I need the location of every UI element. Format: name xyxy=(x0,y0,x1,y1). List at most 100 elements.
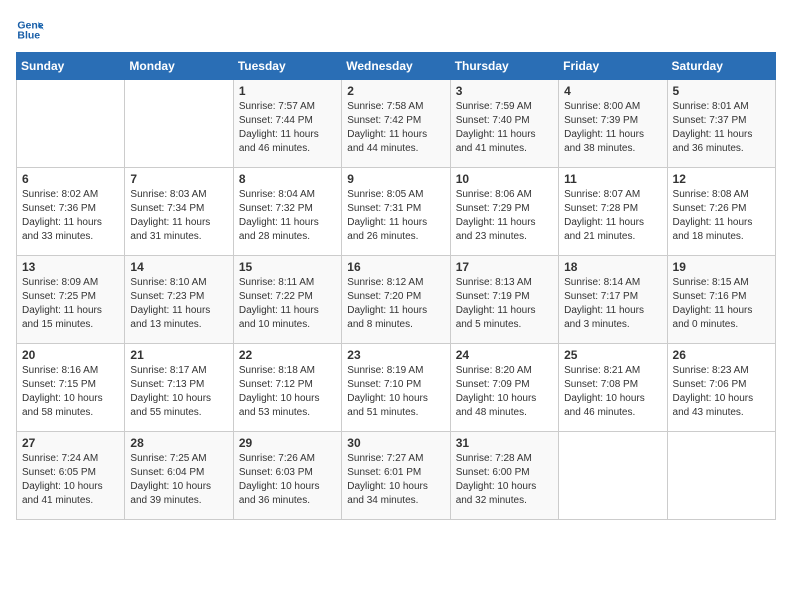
calendar-week-row: 1Sunrise: 7:57 AM Sunset: 7:44 PM Daylig… xyxy=(17,80,776,168)
day-number: 26 xyxy=(673,348,770,362)
calendar-cell: 17 Sunrise: 8:13 AM Sunset: 7:19 PM Dayli… xyxy=(450,256,558,344)
day-info: Sunrise: 8:04 AM Sunset: 7:32 PM Dayligh… xyxy=(239,188,336,244)
calendar-cell: 22 Sunrise: 8:18 AM Sunset: 7:12 PM Dayli… xyxy=(233,344,341,432)
day-info: Sunrise: 8:07 AM Sunset: 7:28 PM Dayligh… xyxy=(564,188,661,244)
day-number: 23 xyxy=(347,348,444,362)
day-number: 31 xyxy=(456,436,553,450)
calendar-week-row: 6 Sunrise: 8:02 AM Sunset: 7:36 PM Daylig… xyxy=(17,168,776,256)
day-number: 5 xyxy=(673,84,770,98)
logo-icon: General Blue xyxy=(16,16,44,44)
day-info: Sunrise: 8:06 AM Sunset: 7:29 PM Dayligh… xyxy=(456,188,553,244)
day-info: Sunrise: 7:24 AM Sunset: 6:05 PM Dayligh… xyxy=(22,452,119,508)
day-number: 6 xyxy=(22,172,119,186)
calendar-cell: 15Sunrise: 8:11 AM Sunset: 7:22 PM Dayli… xyxy=(233,256,341,344)
calendar-cell: 8Sunrise: 8:04 AM Sunset: 7:32 PM Daylig… xyxy=(233,168,341,256)
calendar-cell: 18Sunrise: 8:14 AM Sunset: 7:17 PM Dayli… xyxy=(559,256,667,344)
calendar-cell: 2 Sunrise: 7:58 AM Sunset: 7:42 PM Daylig… xyxy=(342,80,450,168)
calendar-week-row: 20Sunrise: 8:16 AM Sunset: 7:15 PM Dayli… xyxy=(17,344,776,432)
day-number: 16 xyxy=(347,260,444,274)
day-number: 18 xyxy=(564,260,661,274)
calendar-cell: 25 Sunrise: 8:21 AM Sunset: 7:08 PM Dayli… xyxy=(559,344,667,432)
calendar-cell: 31 Sunrise: 7:28 AM Sunset: 6:00 PM Dayli… xyxy=(450,432,558,520)
calendar-cell xyxy=(667,432,775,520)
weekday-header-wednesday: Wednesday xyxy=(342,53,450,80)
day-info: Sunrise: 8:18 AM Sunset: 7:12 PM Dayligh… xyxy=(239,364,336,420)
day-number: 22 xyxy=(239,348,336,362)
calendar-cell: 3 Sunrise: 7:59 AM Sunset: 7:40 PM Daylig… xyxy=(450,80,558,168)
day-number: 4 xyxy=(564,84,661,98)
day-info: Sunrise: 8:02 AM Sunset: 7:36 PM Dayligh… xyxy=(22,188,119,244)
day-info: Sunrise: 8:15 AM Sunset: 7:16 PM Dayligh… xyxy=(673,276,770,332)
calendar-cell: 21Sunrise: 8:17 AM Sunset: 7:13 PM Dayli… xyxy=(125,344,233,432)
calendar-cell: 1Sunrise: 7:57 AM Sunset: 7:44 PM Daylig… xyxy=(233,80,341,168)
weekday-header-thursday: Thursday xyxy=(450,53,558,80)
calendar-cell: 14Sunrise: 8:10 AM Sunset: 7:23 PM Dayli… xyxy=(125,256,233,344)
day-number: 2 xyxy=(347,84,444,98)
page-header: General Blue xyxy=(16,16,776,44)
calendar-cell: 29 Sunrise: 7:26 AM Sunset: 6:03 PM Dayli… xyxy=(233,432,341,520)
day-number: 19 xyxy=(673,260,770,274)
calendar-cell xyxy=(17,80,125,168)
calendar-cell: 16 Sunrise: 8:12 AM Sunset: 7:20 PM Dayli… xyxy=(342,256,450,344)
day-number: 17 xyxy=(456,260,553,274)
calendar-cell xyxy=(125,80,233,168)
day-number: 29 xyxy=(239,436,336,450)
day-number: 27 xyxy=(22,436,119,450)
day-info: Sunrise: 8:03 AM Sunset: 7:34 PM Dayligh… xyxy=(130,188,227,244)
calendar-header-row: SundayMondayTuesdayWednesdayThursdayFrid… xyxy=(17,53,776,80)
calendar-cell: 7 Sunrise: 8:03 AM Sunset: 7:34 PM Daylig… xyxy=(125,168,233,256)
day-number: 30 xyxy=(347,436,444,450)
day-info: Sunrise: 8:12 AM Sunset: 7:20 PM Dayligh… xyxy=(347,276,444,332)
day-info: Sunrise: 8:17 AM Sunset: 7:13 PM Dayligh… xyxy=(130,364,227,420)
calendar-cell: 11Sunrise: 8:07 AM Sunset: 7:28 PM Dayli… xyxy=(559,168,667,256)
calendar-cell: 10 Sunrise: 8:06 AM Sunset: 7:29 PM Dayli… xyxy=(450,168,558,256)
day-info: Sunrise: 7:58 AM Sunset: 7:42 PM Dayligh… xyxy=(347,100,444,156)
weekday-header-saturday: Saturday xyxy=(667,53,775,80)
day-info: Sunrise: 8:01 AM Sunset: 7:37 PM Dayligh… xyxy=(673,100,770,156)
day-number: 9 xyxy=(347,172,444,186)
weekday-header-friday: Friday xyxy=(559,53,667,80)
calendar-week-row: 13 Sunrise: 8:09 AM Sunset: 7:25 PM Dayli… xyxy=(17,256,776,344)
calendar-body: 1Sunrise: 7:57 AM Sunset: 7:44 PM Daylig… xyxy=(17,80,776,520)
calendar-cell: 28 Sunrise: 7:25 AM Sunset: 6:04 PM Dayli… xyxy=(125,432,233,520)
weekday-header-monday: Monday xyxy=(125,53,233,80)
day-info: Sunrise: 8:08 AM Sunset: 7:26 PM Dayligh… xyxy=(673,188,770,244)
day-info: Sunrise: 8:21 AM Sunset: 7:08 PM Dayligh… xyxy=(564,364,661,420)
weekday-header-sunday: Sunday xyxy=(17,53,125,80)
day-info: Sunrise: 7:26 AM Sunset: 6:03 PM Dayligh… xyxy=(239,452,336,508)
day-number: 13 xyxy=(22,260,119,274)
calendar-cell: 27 Sunrise: 7:24 AM Sunset: 6:05 PM Dayli… xyxy=(17,432,125,520)
calendar-cell: 4 Sunrise: 8:00 AM Sunset: 7:39 PM Daylig… xyxy=(559,80,667,168)
svg-text:Blue: Blue xyxy=(17,29,40,41)
day-info: Sunrise: 8:00 AM Sunset: 7:39 PM Dayligh… xyxy=(564,100,661,156)
day-number: 28 xyxy=(130,436,227,450)
calendar-cell: 6 Sunrise: 8:02 AM Sunset: 7:36 PM Daylig… xyxy=(17,168,125,256)
day-info: Sunrise: 8:09 AM Sunset: 7:25 PM Dayligh… xyxy=(22,276,119,332)
day-info: Sunrise: 8:20 AM Sunset: 7:09 PM Dayligh… xyxy=(456,364,553,420)
day-number: 24 xyxy=(456,348,553,362)
day-number: 7 xyxy=(130,172,227,186)
calendar-cell: 9Sunrise: 8:05 AM Sunset: 7:31 PM Daylig… xyxy=(342,168,450,256)
weekday-header-tuesday: Tuesday xyxy=(233,53,341,80)
calendar-cell xyxy=(559,432,667,520)
day-info: Sunrise: 8:11 AM Sunset: 7:22 PM Dayligh… xyxy=(239,276,336,332)
day-number: 3 xyxy=(456,84,553,98)
calendar-cell: 12Sunrise: 8:08 AM Sunset: 7:26 PM Dayli… xyxy=(667,168,775,256)
day-info: Sunrise: 7:27 AM Sunset: 6:01 PM Dayligh… xyxy=(347,452,444,508)
day-info: Sunrise: 8:13 AM Sunset: 7:19 PM Dayligh… xyxy=(456,276,553,332)
day-info: Sunrise: 7:59 AM Sunset: 7:40 PM Dayligh… xyxy=(456,100,553,156)
day-number: 10 xyxy=(456,172,553,186)
day-number: 25 xyxy=(564,348,661,362)
calendar-table: SundayMondayTuesdayWednesdayThursdayFrid… xyxy=(16,52,776,520)
calendar-cell: 20Sunrise: 8:16 AM Sunset: 7:15 PM Dayli… xyxy=(17,344,125,432)
day-info: Sunrise: 7:25 AM Sunset: 6:04 PM Dayligh… xyxy=(130,452,227,508)
day-info: Sunrise: 7:28 AM Sunset: 6:00 PM Dayligh… xyxy=(456,452,553,508)
calendar-cell: 26 Sunrise: 8:23 AM Sunset: 7:06 PM Dayli… xyxy=(667,344,775,432)
day-number: 14 xyxy=(130,260,227,274)
calendar-cell: 23Sunrise: 8:19 AM Sunset: 7:10 PM Dayli… xyxy=(342,344,450,432)
calendar-cell: 24 Sunrise: 8:20 AM Sunset: 7:09 PM Dayli… xyxy=(450,344,558,432)
day-info: Sunrise: 8:23 AM Sunset: 7:06 PM Dayligh… xyxy=(673,364,770,420)
calendar-week-row: 27 Sunrise: 7:24 AM Sunset: 6:05 PM Dayli… xyxy=(17,432,776,520)
calendar-cell: 19 Sunrise: 8:15 AM Sunset: 7:16 PM Dayli… xyxy=(667,256,775,344)
day-info: Sunrise: 7:57 AM Sunset: 7:44 PM Dayligh… xyxy=(239,100,336,156)
